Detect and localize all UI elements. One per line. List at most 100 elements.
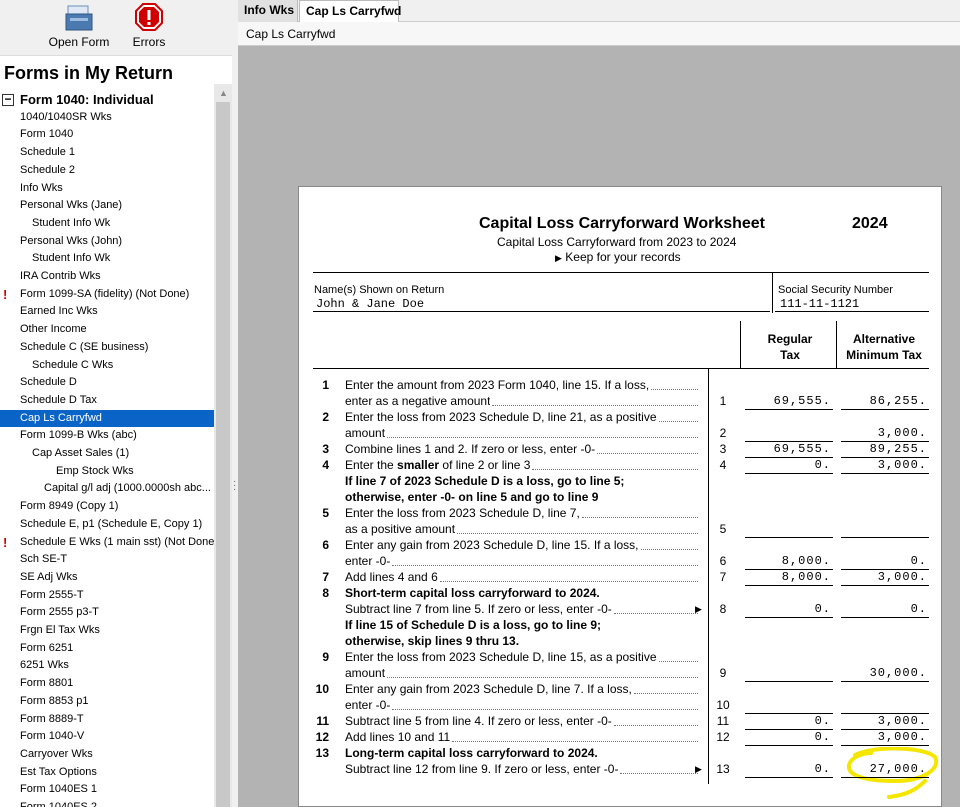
line-text: of line 2 or line 3 bbox=[439, 458, 531, 472]
tab-cap-ls-carryfwd[interactable]: Cap Ls Carryfwd bbox=[299, 0, 401, 23]
regular-tax-value[interactable]: 8,000. bbox=[743, 570, 831, 584]
tree-item-label: Schedule 2 bbox=[20, 163, 76, 176]
amt-value[interactable]: 89,255. bbox=[839, 442, 927, 456]
dot-leader bbox=[492, 398, 698, 406]
amt-value[interactable]: 30,000. bbox=[839, 666, 927, 680]
regular-tax-value[interactable]: 69,555. bbox=[743, 442, 831, 456]
tree-item[interactable]: Form 1040ES 2 bbox=[0, 799, 214, 807]
tree-item[interactable]: Schedule 1 bbox=[0, 144, 214, 162]
regular-tax-value[interactable]: 0. bbox=[743, 714, 831, 728]
tree-item-label: Form 8949 (Copy 1) bbox=[20, 500, 119, 513]
amt-value[interactable]: 86,255. bbox=[839, 394, 927, 408]
tree-item[interactable]: Schedule D bbox=[0, 374, 214, 392]
tree-item[interactable]: Personal Wks (Jane) bbox=[0, 197, 214, 215]
names-value[interactable]: John & Jane Doe bbox=[316, 297, 424, 311]
tree-item[interactable]: Form 2555-T bbox=[0, 587, 214, 605]
tree-item[interactable]: Form 8949 (Copy 1) bbox=[0, 498, 214, 516]
tree-item[interactable]: Form 1099-B Wks (abc) bbox=[0, 427, 214, 445]
collapse-icon[interactable]: − bbox=[2, 93, 14, 106]
tree-item-label: Form 2555-T bbox=[20, 588, 84, 601]
tree-item[interactable]: Schedule C Wks bbox=[0, 357, 214, 375]
errors-button[interactable]: Errors bbox=[126, 0, 172, 56]
tree-item[interactable]: Form 8889-T bbox=[0, 711, 214, 729]
tree-item[interactable]: 6251 Wks bbox=[0, 657, 214, 675]
tree-item[interactable]: Form 8853 p1 bbox=[0, 693, 214, 711]
col-amt-line1: Alternative bbox=[852, 332, 916, 346]
tree-item[interactable]: Student Info Wk bbox=[0, 215, 214, 233]
splitter-grip-icon: · · · bbox=[233, 476, 237, 495]
dot-leader bbox=[392, 702, 698, 710]
line-description: amount bbox=[345, 426, 386, 440]
tree-item-label: Schedule 1 bbox=[20, 146, 76, 159]
ssn-value[interactable]: 111-11-1121 bbox=[780, 297, 859, 311]
tree-item[interactable]: Other Income bbox=[0, 321, 214, 339]
tree-item[interactable]: 1040/1040SR Wks bbox=[0, 109, 214, 127]
line-description: enter -0- bbox=[345, 554, 391, 568]
tree-item[interactable]: Earned Inc Wks bbox=[0, 303, 214, 321]
amt-value[interactable]: 3,000. bbox=[839, 458, 927, 472]
line-text-bold: smaller bbox=[397, 458, 440, 472]
tree-item[interactable]: Cap Asset Sales (1) bbox=[0, 445, 214, 463]
line-description-bold: Long-term capital loss carryforward to 2… bbox=[345, 746, 598, 760]
amt-value[interactable]: 3,000. bbox=[839, 570, 927, 584]
tree-item[interactable]: Form 1040 bbox=[0, 126, 214, 144]
regular-tax-value[interactable]: 8,000. bbox=[743, 554, 831, 568]
worksheet-subtitle: Capital Loss Carryforward from 2023 to 2… bbox=[497, 235, 737, 249]
tree-item[interactable]: SE Adj Wks bbox=[0, 569, 214, 587]
tree-item[interactable]: Frgn El Tax Wks bbox=[0, 622, 214, 640]
tree-item[interactable]: Student Info Wk bbox=[0, 250, 214, 268]
line-number: 2 bbox=[322, 410, 329, 424]
tree-item[interactable]: Cap Ls Carryfwd bbox=[0, 409, 214, 428]
regular-tax-value[interactable]: 0. bbox=[743, 762, 831, 776]
regular-tax-value[interactable]: 0. bbox=[743, 730, 831, 744]
scrollbar-thumb[interactable] bbox=[216, 102, 230, 807]
tree-item[interactable]: Est Tax Options bbox=[0, 764, 214, 782]
amt-value[interactable]: 3,000. bbox=[839, 730, 927, 744]
tree-item[interactable]: Form 1040ES 1 bbox=[0, 781, 214, 799]
tree-item-label: Schedule C Wks bbox=[32, 358, 114, 371]
amt-value[interactable]: 0. bbox=[839, 554, 927, 568]
regular-tax-field-underline bbox=[745, 745, 833, 746]
open-form-button[interactable]: Open Form bbox=[44, 0, 114, 56]
tree-item[interactable]: Form 8801 bbox=[0, 675, 214, 693]
tree-item[interactable]: Info Wks bbox=[0, 180, 214, 198]
regular-tax-value[interactable]: 0. bbox=[743, 602, 831, 616]
tree-item[interactable]: ! Schedule E Wks (1 main sst) (Not Done) bbox=[0, 534, 214, 552]
tree-item[interactable]: ! Form 1099-SA (fidelity) (Not Done) bbox=[0, 286, 214, 304]
tree-item-label: SE Adj Wks bbox=[20, 570, 78, 583]
tree-item[interactable]: Carryover Wks bbox=[0, 746, 214, 764]
tree-item[interactable]: Schedule E, p1 (Schedule E, Copy 1) bbox=[0, 516, 214, 534]
tree-item[interactable]: Personal Wks (John) bbox=[0, 233, 214, 251]
pointer-arrow-icon: ▶ bbox=[555, 253, 562, 263]
line-description: Enter the smaller of line 2 or line 3 bbox=[345, 458, 530, 472]
forms-tree: − Form 1040: Individual 1040/1040SR Wks F… bbox=[0, 91, 214, 807]
tree-item[interactable]: Schedule 2 bbox=[0, 162, 214, 180]
amt-value[interactable]: 0. bbox=[839, 602, 927, 616]
regular-tax-value[interactable]: 69,555. bbox=[743, 394, 831, 408]
forms-panel-title: Forms in My Return bbox=[4, 63, 174, 83]
tree-item[interactable]: Capital g/l adj (1000.0000sh abc... bbox=[0, 480, 214, 498]
tree-item[interactable]: Form 1040-V bbox=[0, 728, 214, 746]
line-number: 5 bbox=[322, 506, 329, 520]
main-area: Info Wks Cap Ls Carryfwd Cap Ls Carryfwd… bbox=[238, 0, 960, 807]
tree-item[interactable]: Schedule C (SE business) bbox=[0, 339, 214, 357]
regular-tax-value[interactable]: 0. bbox=[743, 458, 831, 472]
amt-value[interactable]: 27,000. bbox=[839, 762, 927, 776]
tab-info-wks[interactable]: Info Wks bbox=[238, 0, 298, 22]
line-description: Subtract line 7 from line 5. If zero or … bbox=[345, 602, 612, 616]
warning-icon: ! bbox=[3, 286, 8, 302]
tree-item[interactable]: Emp Stock Wks bbox=[0, 463, 214, 481]
tree-item[interactable]: Schedule D Tax bbox=[0, 392, 214, 410]
dot-leader bbox=[651, 382, 698, 390]
tree-item[interactable]: IRA Contrib Wks bbox=[0, 268, 214, 286]
tree-item[interactable]: Sch SE-T bbox=[0, 551, 214, 569]
amt-value[interactable]: 3,000. bbox=[839, 426, 927, 440]
tree-item-label: Form 6251 bbox=[20, 641, 74, 654]
scroll-up-icon[interactable]: ▲ bbox=[219, 88, 228, 98]
forms-tree-scrollbar[interactable]: ▲ bbox=[214, 84, 232, 807]
tree-item[interactable]: Form 6251 bbox=[0, 640, 214, 658]
amt-value[interactable]: 3,000. bbox=[839, 714, 927, 728]
tree-item[interactable]: Form 2555 p3-T bbox=[0, 604, 214, 622]
tree-item-label: Schedule E, p1 (Schedule E, Copy 1) bbox=[20, 517, 203, 530]
tree-root-form-1040[interactable]: − Form 1040: Individual bbox=[0, 91, 214, 109]
